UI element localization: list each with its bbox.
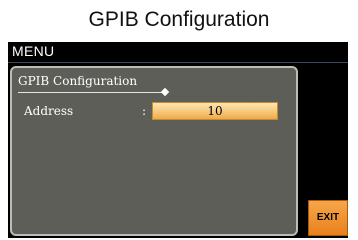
menu-bar: MENU (8, 42, 348, 63)
page-title: GPIB Configuration (88, 8, 270, 31)
address-field[interactable]: 10 (152, 102, 278, 120)
menu-label: MENU (12, 43, 55, 59)
menu-bar-right-area (208, 42, 348, 62)
address-label: Address (24, 104, 74, 118)
address-separator: : (142, 104, 147, 118)
title-underline (18, 92, 166, 93)
panel-title: GPIB Configuration (18, 74, 138, 88)
title-underline-marker-icon (160, 87, 170, 97)
gpib-config-panel: GPIB Configuration Address : 10 (10, 66, 298, 236)
exit-button[interactable]: EXIT (308, 200, 348, 236)
instrument-screen: MENU GPIB Configuration Address : 10 EXI… (8, 42, 348, 238)
